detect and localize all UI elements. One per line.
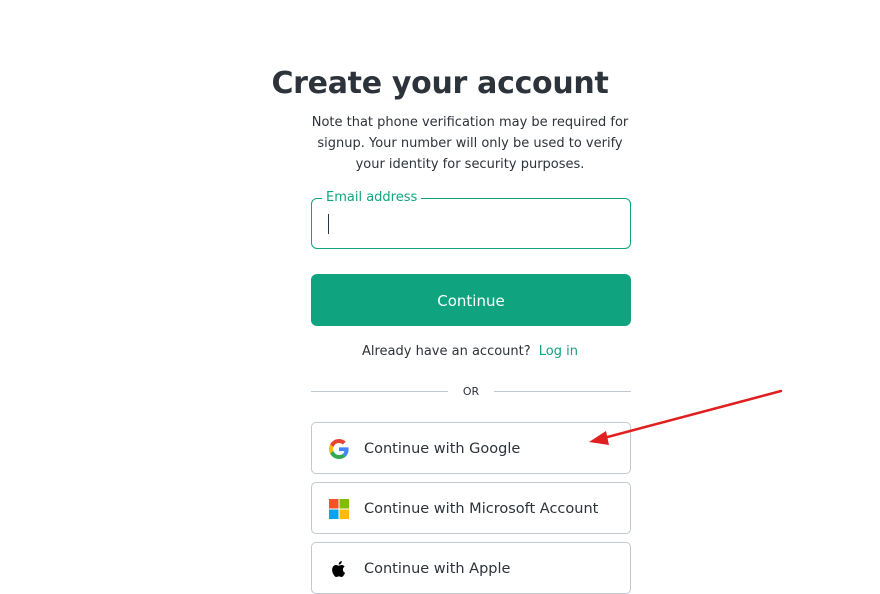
signup-page: Create your account Note that phone veri…: [0, 0, 880, 594]
email-field[interactable]: [312, 199, 630, 248]
page-title: Create your account: [271, 66, 609, 101]
email-field-container[interactable]: Email address: [311, 189, 631, 249]
or-divider: OR: [311, 384, 631, 400]
divider-label: OR: [462, 385, 480, 398]
page-subtitle: Note that phone verification may be requ…: [311, 115, 629, 172]
google-button-label: Continue with Google: [364, 441, 521, 457]
microsoft-button-label: Continue with Microsoft Account: [364, 501, 599, 517]
text-caret: [328, 214, 329, 234]
apple-icon: [329, 559, 349, 579]
continue-with-google-button[interactable]: Continue with Google: [311, 422, 631, 474]
continue-button[interactable]: Continue: [311, 274, 631, 326]
apple-button-label: Continue with Apple: [364, 561, 511, 577]
microsoft-icon: [329, 499, 349, 519]
continue-with-microsoft-button[interactable]: Continue with Microsoft Account: [311, 482, 631, 534]
login-prompt: Already have an account? Log in: [0, 344, 880, 359]
login-prompt-text: Already have an account?: [361, 344, 531, 359]
google-icon: [329, 439, 349, 459]
continue-with-apple-button[interactable]: Continue with Apple: [311, 542, 631, 594]
login-link[interactable]: Log in: [539, 344, 578, 359]
divider-line-right: [494, 391, 631, 392]
